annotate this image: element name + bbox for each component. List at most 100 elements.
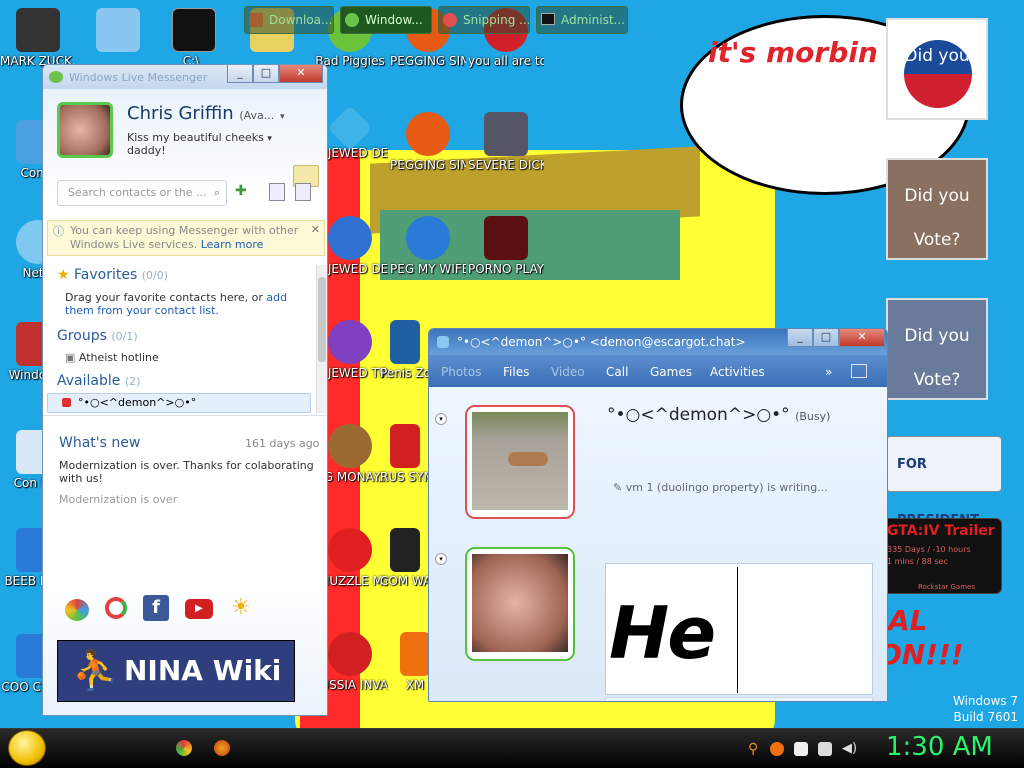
desktop-icon[interactable]: SEVERE DICK <box>468 112 544 173</box>
desktop-icon[interactable]: RUS SYM <box>380 424 430 485</box>
favorites-header[interactable]: ★ Favorites (0/0) <box>57 267 168 283</box>
chat-window: °•○<^demon^>○•° <demon@escargot.chat> _ … <box>428 328 888 702</box>
tray-app-icon[interactable] <box>770 742 784 756</box>
chat-close-button[interactable]: ✕ <box>839 329 885 347</box>
chat-menu: Photos Files Video Call Games Activities… <box>429 359 887 383</box>
chat-maximize-button[interactable]: □ <box>813 329 839 347</box>
contact-avatar[interactable] <box>465 405 575 519</box>
taskbar-item-downloads[interactable]: Downloa... <box>244 6 334 34</box>
user-chat-avatar[interactable] <box>465 547 575 661</box>
command-icon <box>390 528 420 572</box>
desktop-icon[interactable]: PEGGING SIMULAT... <box>390 112 466 173</box>
facebook-icon[interactable]: f <box>143 595 169 621</box>
nina-wiki-ad[interactable]: ⛹ NINA Wiki <box>57 640 295 702</box>
russia-invades-icon <box>328 632 372 676</box>
text-cursor <box>737 567 738 693</box>
group-item[interactable]: ▣ Atheist hotline <box>65 351 159 364</box>
info-icon: ⓘ <box>53 225 64 238</box>
groups-header[interactable]: Groups (0/1) <box>57 328 138 344</box>
xm-icon <box>400 632 430 676</box>
desktop-icon[interactable] <box>80 8 156 54</box>
menu-photos[interactable]: Photos <box>441 365 481 379</box>
windows-version: Windows 7 <box>952 694 1018 708</box>
divider <box>43 415 327 416</box>
browser-icon[interactable] <box>105 597 127 619</box>
pencil-icon: ✎ <box>613 481 623 494</box>
view-icon[interactable] <box>269 183 285 201</box>
red-text-1: AL <box>888 604 928 637</box>
game-p-icon <box>406 112 450 156</box>
desktop-icon[interactable]: PORNO PLAYER <box>468 216 544 277</box>
taskbar-item-admin[interactable]: Administ... <box>536 6 628 34</box>
flash-icon <box>484 216 528 260</box>
desktop-icon[interactable]: Penis Zombo <box>380 320 430 381</box>
menu-video[interactable]: Video <box>551 365 585 379</box>
youtube-icon[interactable]: ▶ <box>185 599 213 619</box>
bejeweled-2-icon <box>328 216 372 260</box>
contact-list-item[interactable]: °•○<^demon^>○•° <box>47 393 311 413</box>
taskbar-item-snipping[interactable]: Snipping ... <box>438 6 530 34</box>
sun-icon[interactable]: ☀ <box>231 595 251 620</box>
personal-message[interactable]: Kiss my beautiful cheeks ▾ daddy! <box>127 131 272 157</box>
russia-icon <box>390 424 420 468</box>
menu-files[interactable]: Files <box>503 365 529 379</box>
flag-icon[interactable] <box>794 742 808 756</box>
start-button[interactable] <box>8 730 46 766</box>
sd-gear-icon <box>484 112 528 156</box>
scrollbar-thumb[interactable] <box>318 277 326 362</box>
available-header[interactable]: Available (2) <box>57 373 140 389</box>
star-icon: ★ <box>57 267 70 283</box>
clock[interactable]: 1:30 AM <box>886 732 993 762</box>
search-input[interactable]: Search contacts or the ... ⌕ <box>57 180 227 206</box>
news-text[interactable]: Modernization is over. Thanks for colabo… <box>59 459 315 485</box>
search-icon: ⌕ <box>213 186 220 199</box>
learn-more-link[interactable]: Learn more <box>201 238 264 251</box>
console-icon <box>541 13 555 25</box>
folder-icon <box>16 8 60 52</box>
menu-icon[interactable] <box>295 183 311 201</box>
messenger-icon <box>345 13 359 27</box>
volume-icon[interactable]: ◀) <box>842 742 857 756</box>
search-icon[interactable]: ⚲ <box>748 742 762 756</box>
close-button[interactable]: ✕ <box>279 65 323 83</box>
menu-more[interactable]: » <box>825 365 832 379</box>
chrome-icon[interactable] <box>176 740 192 756</box>
money-bag-icon <box>328 424 372 468</box>
messenger-buddy-icon <box>437 336 449 348</box>
chevron-down-icon[interactable]: ▾ <box>435 553 447 565</box>
firefox-icon[interactable] <box>214 740 230 756</box>
user-photo <box>472 554 568 652</box>
chevron-down-icon[interactable]: ▾ <box>280 112 285 122</box>
minimize-button[interactable]: _ <box>227 65 253 83</box>
format-toolbar: ☺ ● ☻ ◁ AB ▦ ✎ A <box>605 697 873 701</box>
desktop-icon[interactable]: C:\_ <box>156 8 232 69</box>
poster-mccain: Did you Vote? <box>886 158 988 260</box>
game-p-icon <box>406 216 450 260</box>
windows-live-icon[interactable] <box>65 599 89 621</box>
diamond-icon <box>328 320 372 364</box>
chevron-down-icon[interactable]: ▾ <box>435 413 447 425</box>
cat-shape <box>508 452 548 466</box>
terminal-icon <box>172 8 216 52</box>
president-banner: FOR PRESIDENT <box>886 436 1002 528</box>
close-icon[interactable]: ✕ <box>311 223 320 237</box>
chat-options-icon[interactable] <box>851 364 867 378</box>
taskbar-item-messenger[interactable]: Window... <box>340 6 432 34</box>
user-name[interactable]: Chris Griffin (Ava... ▾ <box>127 103 285 124</box>
user-avatar[interactable] <box>57 102 113 158</box>
menu-activities[interactable]: Activities <box>710 365 765 379</box>
menu-call[interactable]: Call <box>606 365 628 379</box>
chat-minimize-button[interactable]: _ <box>787 329 813 347</box>
maximize-button[interactable]: □ <box>253 65 279 83</box>
desktop-icon[interactable]: PEG MY WIFE ... <box>390 216 466 277</box>
whats-new-header[interactable]: What's new <box>59 435 140 451</box>
chuzzle-icon <box>328 528 372 572</box>
desktop-icon[interactable]: MARK ZUCK... <box>0 8 76 69</box>
menu-games[interactable]: Games <box>650 365 692 379</box>
gta-widget: GTA:IV Trailer 335 Days / -10 hours 1 mi… <box>882 518 1002 594</box>
network-tray-icon[interactable] <box>818 742 832 756</box>
news-subtext: Modernization is over <box>59 493 178 506</box>
desktop-icon[interactable]: COM WAG <box>380 528 430 589</box>
add-contact-icon[interactable]: ✚ <box>235 183 257 203</box>
zombie-icon <box>390 320 420 364</box>
